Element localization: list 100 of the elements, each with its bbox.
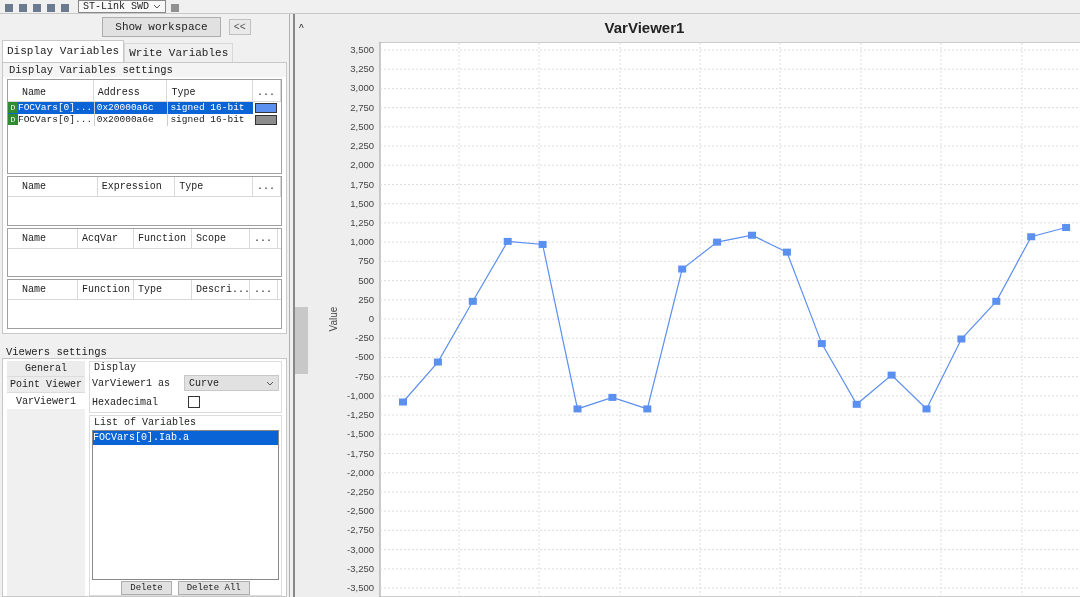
- column-header[interactable]: Descri...: [192, 280, 250, 300]
- column-header[interactable]: ...: [253, 177, 281, 197]
- group-title: Display: [93, 362, 137, 374]
- y-tick-label: 1,000: [350, 236, 374, 248]
- column-header[interactable]: AcqVar: [78, 228, 134, 248]
- y-tick-label: 1,500: [350, 197, 374, 209]
- y-tick-label: 1,750: [350, 178, 374, 190]
- y-tick-label: -2,750: [347, 524, 374, 536]
- data-point: [922, 405, 931, 413]
- y-tick-label: -1,000: [347, 389, 374, 401]
- table-cell: FOCVars[0]...: [17, 102, 94, 114]
- data-point: [852, 400, 861, 408]
- table-row[interactable]: D FOCVars[0]... 0x20000a6c signed 16-bit: [8, 102, 281, 114]
- delete-button[interactable]: Delete All: [177, 581, 250, 595]
- column-header[interactable]: ...: [250, 228, 278, 248]
- data-point: [678, 265, 687, 273]
- data-point: [468, 297, 477, 305]
- data-point: [1062, 224, 1071, 232]
- y-tick-label: 3,250: [350, 63, 374, 75]
- viewer-tab[interactable]: VarViewer1: [7, 393, 85, 409]
- display-mode-dropdown[interactable]: Curve: [184, 375, 279, 391]
- variable-badge: D: [8, 114, 18, 125]
- field-label: Hexadecimal: [92, 395, 159, 410]
- data-point: [399, 398, 407, 406]
- field-label: VarViewer1 as: [92, 376, 171, 391]
- table-cell: FOCVars[0]...: [17, 114, 94, 126]
- y-tick-label: -750: [355, 370, 374, 382]
- y-tick-label: 2,000: [350, 159, 374, 171]
- data-point: [713, 238, 722, 246]
- y-tick-label: 250: [358, 293, 374, 305]
- column-header[interactable]: ...: [250, 280, 278, 300]
- list-item[interactable]: FOCVars[0].Iab.a: [93, 431, 278, 445]
- y-tick-label: 2,500: [350, 120, 374, 132]
- column-header[interactable]: Type: [167, 80, 254, 101]
- viewer-tab[interactable]: Point Viewer: [7, 377, 85, 393]
- y-tick-label: 0: [368, 313, 374, 324]
- column-header[interactable]: Name: [18, 280, 78, 300]
- column-header[interactable]: Type: [134, 280, 192, 300]
- show-workspace-button[interactable]: Show workspace: [102, 17, 221, 37]
- delete-button[interactable]: Delete: [121, 581, 172, 595]
- y-tick-label: -500: [355, 351, 374, 363]
- y-tick-label: -1,750: [347, 447, 374, 459]
- group-title: List of Variables: [93, 416, 198, 430]
- y-tick-label: -1,500: [347, 428, 374, 440]
- y-tick-label: -3,000: [347, 543, 374, 555]
- data-point: [608, 393, 617, 401]
- data-point: [573, 405, 582, 413]
- column-header[interactable]: Name: [17, 80, 94, 101]
- y-axis-label: Value: [328, 306, 339, 332]
- data-point: [817, 340, 826, 348]
- y-tick-label: 500: [358, 274, 374, 286]
- column-header[interactable]: Address: [93, 80, 168, 101]
- y-tick-label: -2,500: [347, 505, 374, 517]
- y-tick-label: 750: [358, 255, 374, 267]
- data-point: [643, 405, 652, 413]
- y-tick-label: 1,250: [350, 216, 374, 228]
- toolbar-icon[interactable]: [170, 3, 180, 13]
- data-point: [992, 297, 1001, 305]
- splitter-handle[interactable]: [295, 307, 308, 374]
- table-cell: 0x20000a6e: [93, 114, 168, 126]
- data-point: [957, 335, 966, 343]
- color-swatch[interactable]: [255, 103, 278, 113]
- y-tick-label: -2,250: [347, 485, 374, 497]
- data-point: [748, 231, 756, 239]
- color-swatch[interactable]: [255, 115, 278, 125]
- viewer-tab[interactable]: General: [7, 361, 85, 377]
- column-header[interactable]: ...: [253, 80, 281, 101]
- column-header[interactable]: Expression: [97, 177, 176, 197]
- y-tick-label: -3,250: [347, 562, 374, 574]
- y-tick-label: -2,000: [347, 466, 374, 478]
- group-title: Viewers settings: [5, 346, 108, 358]
- data-point: [887, 371, 896, 379]
- chevron-down-icon: [266, 380, 274, 386]
- y-tick-label: -250: [355, 332, 374, 344]
- data-point: [1027, 233, 1036, 241]
- column-header[interactable]: Function: [134, 228, 192, 248]
- collapse-button[interactable]: <<: [228, 19, 251, 35]
- chart-title: VarViewer1: [603, 17, 686, 38]
- column-header[interactable]: Scope: [192, 228, 250, 248]
- y-tick-label: -1,250: [347, 409, 374, 421]
- collapse-caret[interactable]: ^: [295, 20, 309, 36]
- data-point: [782, 248, 791, 256]
- tab[interactable]: Display Variables: [2, 40, 125, 62]
- data-point: [433, 358, 442, 366]
- column-header[interactable]: Name: [18, 228, 78, 248]
- y-tick-label: -3,500: [347, 582, 374, 593]
- column-header[interactable]: Type: [175, 177, 254, 197]
- column-header[interactable]: Function: [78, 280, 134, 300]
- group-title: Display Variables settings: [3, 63, 286, 77]
- chevron-down-icon: [153, 4, 161, 9]
- y-tick-label: 2,250: [350, 140, 374, 152]
- hexadecimal-checkbox[interactable]: [188, 396, 200, 408]
- data-point: [503, 237, 512, 245]
- column-header[interactable]: Name: [17, 177, 98, 197]
- probe-dropdown[interactable]: ST-Link SWD: [78, 0, 166, 13]
- variable-badge: D: [8, 102, 18, 113]
- y-tick-label: 2,750: [350, 101, 374, 113]
- y-tick-label: 3,000: [350, 82, 374, 94]
- tab[interactable]: Write Variables: [124, 43, 234, 62]
- y-tick-label: 3,500: [350, 44, 374, 55]
